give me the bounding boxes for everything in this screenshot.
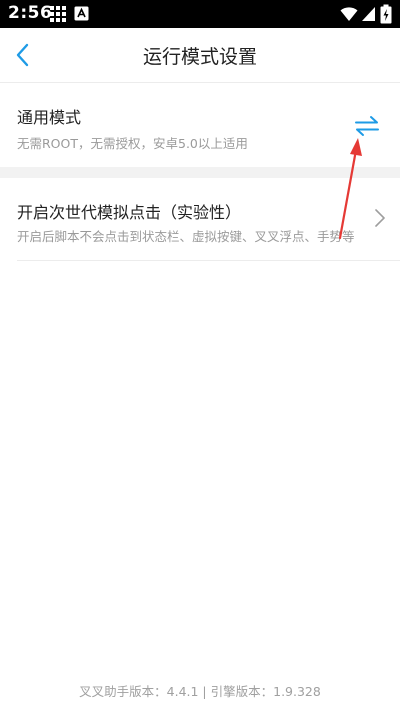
row-divider <box>17 260 400 261</box>
setting-row-general-mode[interactable]: 通用模式 无需ROOT，无需授权，安卓5.0以上适用 <box>0 83 400 167</box>
switch-arrows-icon[interactable] <box>354 114 380 138</box>
wifi-icon <box>340 7 358 21</box>
next-gen-click-title: 开启次世代模拟点击（实验性） <box>17 203 242 222</box>
signal-icon <box>362 7 375 21</box>
section-gap <box>0 167 400 178</box>
grid-icon <box>50 6 66 22</box>
next-gen-click-description: 开启后脚本不会点击到状态栏、虚拟按键、叉叉浮点、手势等 <box>17 229 355 244</box>
app-icon <box>74 6 89 21</box>
header: 运行模式设置 <box>0 28 400 82</box>
general-mode-description: 无需ROOT，无需授权，安卓5.0以上适用 <box>17 136 248 151</box>
chevron-right-icon <box>375 209 385 227</box>
run-mode-settings-screen: 2:56 运行模式设置 通用模式 无需ROOT，无需授权，安卓5.0以上适用 开… <box>0 0 400 711</box>
general-mode-title: 通用模式 <box>17 108 82 127</box>
status-bar: 2:56 <box>0 0 400 28</box>
page-title: 运行模式设置 <box>142 46 257 68</box>
version-footer: 叉叉助手版本：4.4.1 | 引擎版本：1.9.328 <box>79 684 321 699</box>
battery-charging-icon <box>380 4 392 24</box>
setting-row-next-gen-click[interactable]: 开启次世代模拟点击（实验性） 开启后脚本不会点击到状态栏、虚拟按键、叉叉浮点、手… <box>0 178 400 260</box>
status-time: 2:56 <box>8 3 53 23</box>
